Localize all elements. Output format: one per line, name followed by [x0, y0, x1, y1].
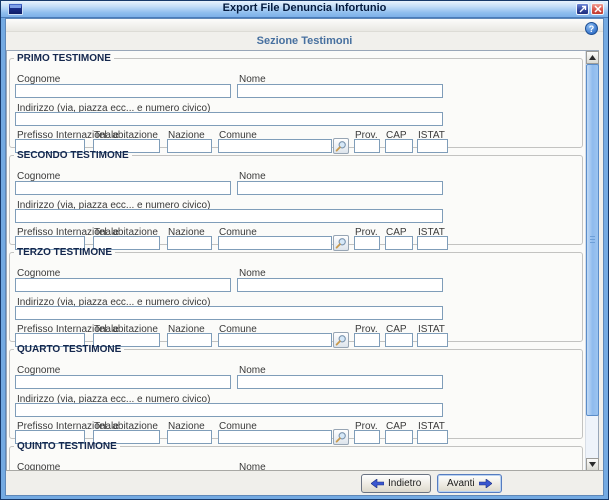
avanti-label: Avanti — [447, 478, 475, 489]
dialog-body: ? Sezione Testimoni PRIMO TESTIMONE Cogn… — [5, 18, 604, 496]
indirizzo-input[interactable] — [15, 209, 443, 223]
toolbar: ? — [6, 19, 603, 32]
window-controls — [576, 3, 604, 15]
cognome-input[interactable] — [15, 278, 231, 292]
testimone-group: PRIMO TESTIMONE Cognome Nome Indirizzo (… — [9, 53, 583, 148]
window-title: Export File Denuncia Infortunio — [1, 2, 608, 14]
dialog-window: Export File Denuncia Infortunio ? Sezion… — [0, 0, 609, 500]
back-arrow-icon — [371, 479, 384, 488]
restore-button[interactable] — [576, 3, 589, 15]
indirizzo-input[interactable] — [15, 112, 443, 126]
section-title: Sezione Testimoni — [6, 32, 603, 50]
testimoni-list: PRIMO TESTIMONE Cognome Nome Indirizzo (… — [7, 51, 585, 471]
indietro-label: Indietro — [388, 478, 421, 489]
close-button[interactable] — [591, 3, 604, 15]
testimone-legend: SECONDO TESTIMONE — [14, 150, 132, 161]
scrollbar-thumb[interactable] — [586, 64, 599, 416]
cognome-input[interactable] — [15, 84, 231, 98]
testimone-group: TERZO TESTIMONE Cognome Nome Indirizzo (… — [9, 247, 583, 342]
cognome-input[interactable] — [15, 181, 231, 195]
testimone-group: SECONDO TESTIMONE Cognome Nome Indirizzo… — [9, 150, 583, 245]
scroll-up-icon — [589, 55, 596, 60]
form-scroll-panel: PRIMO TESTIMONE Cognome Nome Indirizzo (… — [6, 50, 599, 472]
avanti-button[interactable]: Avanti — [437, 474, 502, 493]
help-icon[interactable]: ? — [585, 22, 598, 35]
scroll-down-icon — [589, 462, 596, 467]
testimone-legend: QUARTO TESTIMONE — [14, 344, 124, 355]
indietro-button[interactable]: Indietro — [361, 474, 431, 493]
testimone-legend: PRIMO TESTIMONE — [14, 53, 114, 64]
footer-bar: Indietro Avanti — [6, 470, 603, 495]
nome-input[interactable] — [237, 181, 443, 195]
indirizzo-input[interactable] — [15, 306, 443, 320]
testimone-legend: TERZO TESTIMONE — [14, 247, 115, 258]
title-bar[interactable]: Export File Denuncia Infortunio — [1, 1, 608, 18]
scroll-up-button[interactable] — [586, 51, 599, 64]
testimone-group: QUINTO TESTIMONE Cognome Nome Indirizzo … — [9, 441, 583, 471]
testimone-legend: QUINTO TESTIMONE — [14, 441, 120, 452]
vertical-scrollbar[interactable] — [585, 51, 598, 471]
close-icon — [594, 5, 602, 13]
testimone-group: QUARTO TESTIMONE Cognome Nome Indirizzo … — [9, 344, 583, 439]
next-arrow-icon — [479, 479, 492, 488]
indirizzo-input[interactable] — [15, 403, 443, 417]
restore-icon — [579, 5, 587, 13]
cognome-input[interactable] — [15, 375, 231, 389]
nome-input[interactable] — [237, 375, 443, 389]
nome-input[interactable] — [237, 84, 443, 98]
nome-input[interactable] — [237, 278, 443, 292]
